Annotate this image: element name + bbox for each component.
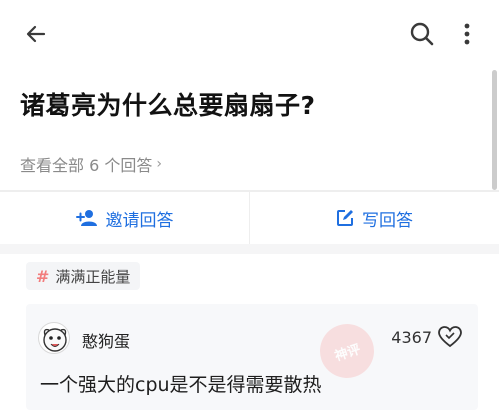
hash-icon: # [36, 266, 50, 286]
top-app-bar [0, 0, 499, 68]
invite-answer-button[interactable]: 邀请回答 [0, 192, 249, 244]
answer-excerpt[interactable]: 一个强大的cpu是不是得需要散热 [40, 370, 322, 397]
write-answer-button[interactable]: 写回答 [250, 192, 499, 244]
search-button[interactable] [404, 16, 440, 52]
write-answer-label: 写回答 [362, 210, 413, 231]
like-button[interactable] [438, 326, 462, 348]
topic-tag[interactable]: # 满满正能量 [26, 262, 141, 290]
chevron-right-icon: › [156, 156, 162, 172]
scrollbar[interactable] [492, 70, 497, 190]
answer-card[interactable]: 憨狗蛋 4367 一个强大的cpu是不是得需要散热 [26, 304, 478, 410]
view-all-label: 查看全部 6 个回答 [20, 156, 153, 175]
edit-square-icon [337, 210, 353, 226]
invite-person-icon [75, 210, 97, 226]
watermark-text: 神评 [332, 341, 363, 365]
question-title: 诸葛亮为什么总要扇扇子? [20, 91, 316, 120]
heart-like-icon [438, 326, 462, 348]
more-vertical-icon [464, 23, 470, 45]
avatar[interactable] [38, 322, 70, 354]
back-button[interactable] [18, 16, 54, 52]
avatar-face-icon [43, 328, 67, 352]
answer-actions-bar: 邀请回答 写回答 [0, 192, 499, 244]
arrow-left-icon [26, 25, 46, 43]
answer-author-name[interactable]: 憨狗蛋 [82, 328, 130, 352]
like-count: 4367 [391, 328, 432, 347]
section-separator [0, 244, 499, 254]
topic-tag-label: 满满正能量 [55, 267, 131, 286]
invite-answer-label: 邀请回答 [105, 210, 174, 231]
search-icon [410, 22, 434, 46]
more-options-button[interactable] [452, 16, 482, 52]
view-all-answers-link[interactable]: 查看全部 6 个回答 › [20, 152, 162, 176]
